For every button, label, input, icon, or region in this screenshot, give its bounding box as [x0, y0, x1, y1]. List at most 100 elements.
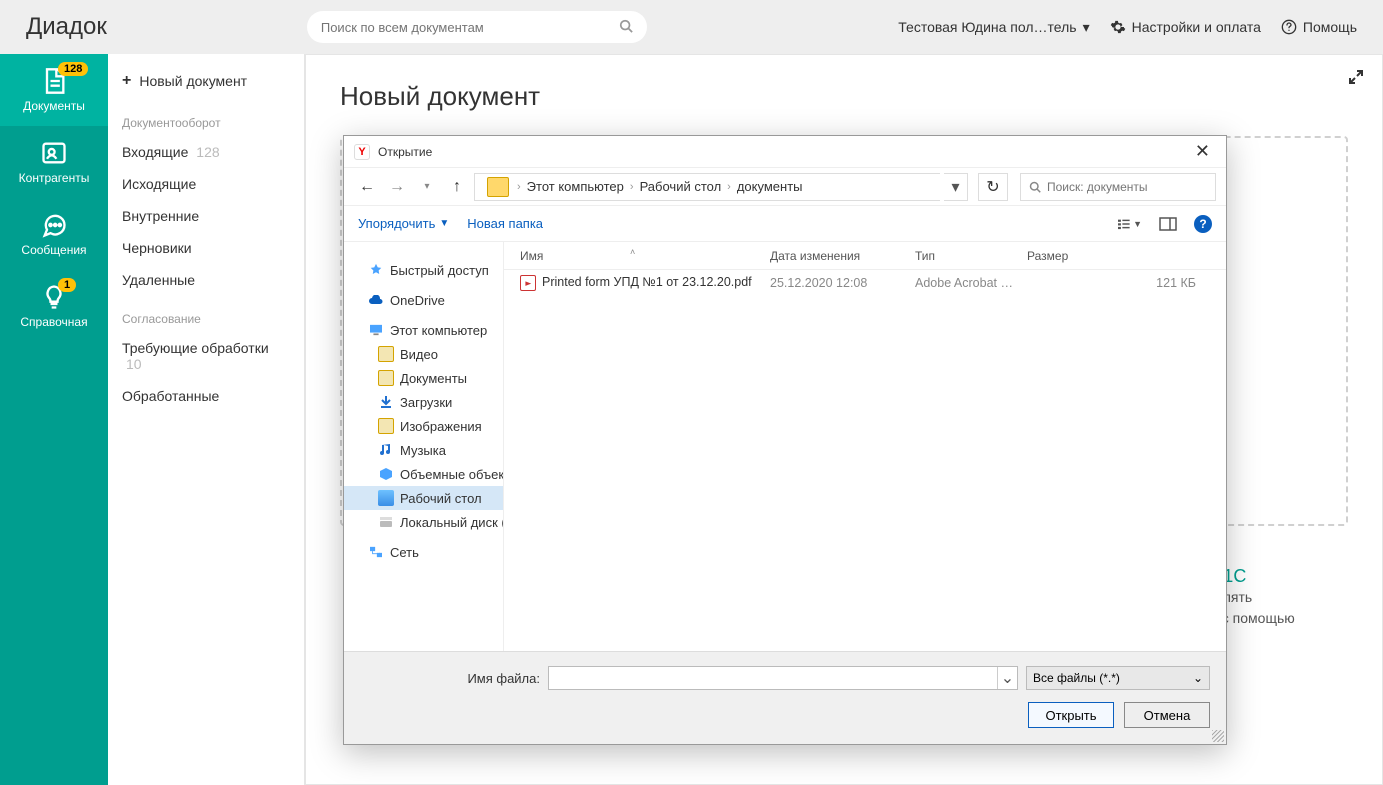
sidebar-item-outbox[interactable]: Исходящие: [108, 168, 304, 200]
view-mode-dropdown[interactable]: ▼: [1118, 213, 1142, 235]
breadcrumb-seg[interactable]: Этот компьютер: [527, 179, 624, 194]
help-icon: [1281, 19, 1297, 35]
section-header: Документооборот: [108, 100, 304, 136]
sidebar-item-drafts[interactable]: Черновики: [108, 232, 304, 264]
recent-dropdown[interactable]: ▾: [414, 174, 440, 200]
search-input[interactable]: [321, 20, 619, 35]
chat-icon: [40, 211, 68, 239]
chevron-down-icon: ▾: [1083, 19, 1090, 36]
filename-input[interactable]: ⌄: [548, 666, 1018, 690]
filetype-select[interactable]: Все файлы (*.*)⌄: [1026, 666, 1210, 690]
close-button[interactable]: ✕: [1189, 141, 1216, 162]
badge: 128: [58, 62, 88, 76]
col-size[interactable]: Размер: [1021, 249, 1226, 263]
sidebar-item-pending[interactable]: Требующие обработки 10: [108, 332, 304, 380]
new-document-button[interactable]: + Новый документ: [108, 62, 304, 100]
tree-3d[interactable]: Объемные объект…: [344, 462, 503, 486]
breadcrumb-seg[interactable]: документы: [737, 179, 803, 194]
sidebar-item-internal[interactable]: Внутренние: [108, 200, 304, 232]
pc-icon: [368, 322, 384, 338]
sidebar: + Новый документ Документооборот Входящи…: [108, 54, 305, 785]
dialog-titlebar: Открытие ✕: [344, 136, 1226, 168]
logo: Диадок: [26, 13, 107, 41]
contacts-icon: [40, 139, 68, 167]
tree-onedrive[interactable]: OneDrive: [344, 288, 503, 312]
app-header: Диадок Тестовая Юдина пол…тель▾ Настройк…: [0, 0, 1383, 54]
search-icon: [1029, 181, 1041, 193]
tree-network[interactable]: Сеть: [344, 540, 503, 564]
tree-quick-access[interactable]: Быстрый доступ: [344, 258, 503, 282]
section-header: Согласование: [108, 296, 304, 332]
rail-documents[interactable]: 128 Документы: [0, 54, 108, 126]
expand-icon[interactable]: [1348, 69, 1364, 90]
folder-search[interactable]: [1020, 173, 1216, 201]
preview-pane-button[interactable]: [1156, 213, 1180, 235]
page-title: Новый документ: [340, 81, 1348, 112]
sidebar-item-processed[interactable]: Обработанные: [108, 380, 304, 412]
sidebar-item-inbox[interactable]: Входящие 128: [108, 136, 304, 168]
col-name[interactable]: Имя˄: [514, 249, 764, 263]
folder-icon: [378, 370, 394, 386]
forward-button[interactable]: →: [384, 174, 410, 200]
tree-pictures[interactable]: Изображения: [344, 414, 503, 438]
tree-desktop[interactable]: Рабочий стол: [344, 486, 503, 510]
cube-icon: [378, 466, 394, 482]
gear-icon: [1110, 19, 1126, 35]
folder-tree: Быстрый доступ OneDrive Этот компьютер В…: [344, 242, 504, 651]
new-folder-button[interactable]: Новая папка: [467, 216, 543, 231]
chevron-down-icon[interactable]: ⌄: [997, 667, 1017, 689]
badge: 1: [58, 278, 76, 292]
folder-icon: [378, 418, 394, 434]
tree-videos[interactable]: Видео: [344, 342, 503, 366]
cancel-button[interactable]: Отмена: [1124, 702, 1210, 728]
plus-icon: +: [122, 72, 131, 90]
sort-indicator-icon: ˄: [630, 247, 635, 257]
network-icon: [368, 544, 384, 560]
folder-icon: [487, 177, 509, 197]
breadcrumb-seg[interactable]: Рабочий стол: [640, 179, 722, 194]
music-icon: [378, 442, 394, 458]
global-search[interactable]: [307, 11, 647, 43]
refresh-button[interactable]: ↻: [978, 173, 1008, 201]
organize-dropdown[interactable]: Упорядочить ▼: [358, 216, 449, 231]
back-button[interactable]: ←: [354, 174, 380, 200]
download-icon: [378, 394, 394, 410]
filename-label: Имя файла:: [360, 671, 540, 686]
dialog-nav: ← → ▾ ↑ › Этот компьютер › Рабочий стол …: [344, 168, 1226, 206]
search-icon: [619, 19, 633, 36]
desktop-icon: [378, 490, 394, 506]
user-menu[interactable]: Тестовая Юдина пол…тель▾: [898, 19, 1089, 36]
tree-documents[interactable]: Документы: [344, 366, 503, 390]
tree-this-pc[interactable]: Этот компьютер: [344, 318, 503, 342]
settings-link[interactable]: Настройки и оплата: [1110, 19, 1261, 35]
up-button[interactable]: ↑: [444, 174, 470, 200]
rail-messages[interactable]: Сообщения: [0, 198, 108, 270]
yandex-icon: [354, 144, 370, 160]
dialog-toolbar: Упорядочить ▼ Новая папка ▼ ?: [344, 206, 1226, 242]
cloud-icon: [368, 292, 384, 308]
breadcrumb-dropdown[interactable]: ▾: [944, 173, 968, 201]
tree-downloads[interactable]: Загрузки: [344, 390, 503, 414]
nav-rail: 128 Документы Контрагенты Сообщения 1 Сп…: [0, 54, 108, 785]
col-date[interactable]: Дата изменения: [764, 249, 909, 263]
chevron-down-icon: ▼: [439, 218, 449, 229]
breadcrumb[interactable]: › Этот компьютер › Рабочий стол › докуме…: [474, 173, 940, 201]
resize-handle[interactable]: [1212, 730, 1224, 742]
rail-contragents[interactable]: Контрагенты: [0, 126, 108, 198]
tree-disk-c[interactable]: Локальный диск (C: [344, 510, 503, 534]
file-list: Имя˄ Дата изменения Тип Размер Printed f…: [504, 242, 1226, 651]
chevron-down-icon: ⌄: [1193, 671, 1203, 685]
rail-help[interactable]: 1 Справочная: [0, 270, 108, 342]
dialog-footer: Имя файла: ⌄ Все файлы (*.*)⌄ Открыть От…: [344, 651, 1226, 744]
col-type[interactable]: Тип: [909, 249, 1021, 263]
sidebar-item-deleted[interactable]: Удаленные: [108, 264, 304, 296]
pdf-icon: [520, 275, 536, 291]
help-link[interactable]: Помощь: [1281, 19, 1357, 35]
folder-search-input[interactable]: [1047, 180, 1207, 194]
help-icon[interactable]: ?: [1194, 215, 1212, 233]
open-button[interactable]: Открыть: [1028, 702, 1114, 728]
file-open-dialog: Открытие ✕ ← → ▾ ↑ › Этот компьютер › Ра…: [343, 135, 1227, 745]
file-row[interactable]: Printed form УПД №1 от 23.12.20.pdf 25.1…: [504, 270, 1226, 296]
tree-music[interactable]: Музыка: [344, 438, 503, 462]
disk-icon: [378, 514, 394, 530]
